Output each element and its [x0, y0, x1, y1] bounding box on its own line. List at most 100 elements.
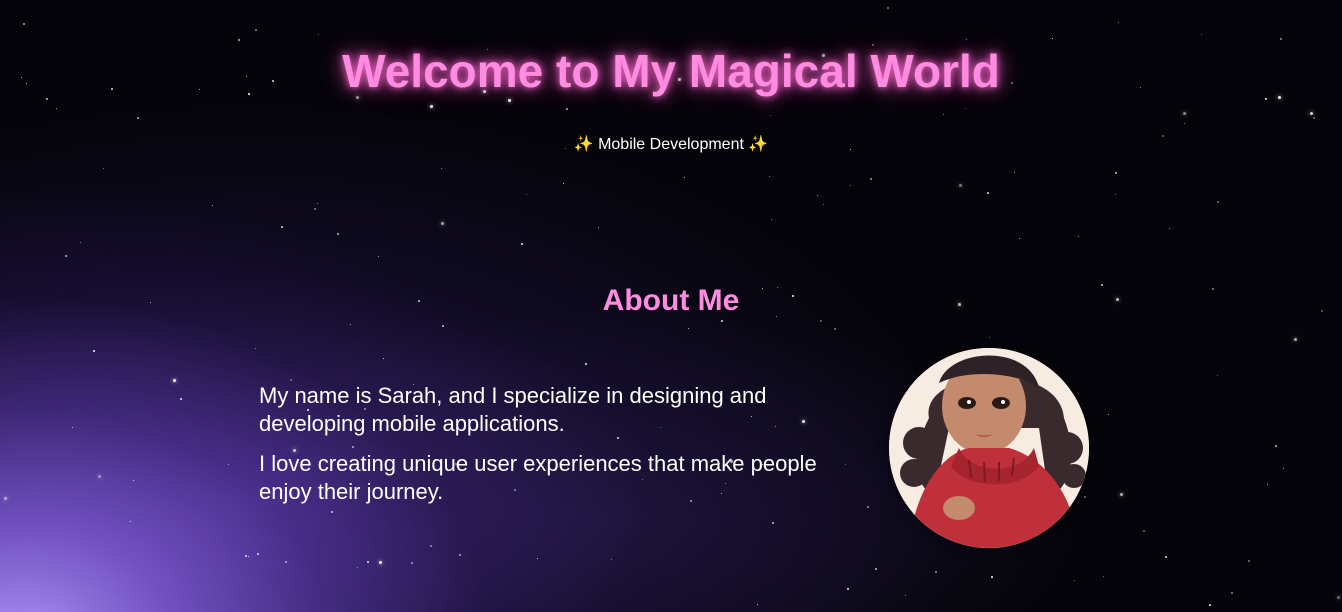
subtitle: ✨ Mobile Development ✨ — [0, 134, 1342, 154]
star — [357, 567, 358, 568]
star — [684, 177, 685, 178]
star — [965, 108, 966, 109]
star — [383, 358, 384, 359]
star — [867, 506, 869, 508]
star — [93, 350, 95, 352]
star — [959, 184, 962, 187]
star — [1108, 414, 1109, 415]
star — [80, 242, 81, 243]
star — [255, 29, 257, 31]
star — [1184, 123, 1185, 124]
star — [935, 571, 937, 573]
star — [834, 328, 836, 330]
star — [255, 348, 256, 349]
star — [1209, 604, 1211, 606]
about-paragraph: My name is Sarah, and I specialize in de… — [259, 383, 767, 436]
star — [430, 545, 432, 547]
star — [820, 320, 822, 322]
star — [1143, 530, 1145, 532]
star — [770, 115, 771, 116]
star — [1084, 496, 1086, 498]
star — [611, 559, 612, 560]
star — [317, 203, 318, 204]
star — [757, 604, 758, 605]
star — [850, 185, 851, 186]
about-text: My name is Sarah, and I specialize in de… — [259, 382, 839, 518]
star — [65, 255, 67, 257]
star — [1103, 576, 1104, 577]
star — [1052, 38, 1053, 39]
star — [1201, 34, 1202, 35]
star — [1313, 117, 1315, 119]
star — [1183, 112, 1186, 115]
star — [379, 561, 382, 564]
avatar — [889, 348, 1089, 548]
star — [318, 34, 319, 35]
star — [238, 39, 240, 41]
star — [411, 562, 413, 564]
star — [817, 195, 818, 196]
star — [1074, 580, 1075, 581]
star — [1265, 98, 1267, 100]
star — [441, 222, 444, 225]
star — [1248, 560, 1250, 562]
star — [46, 98, 48, 100]
star — [1115, 194, 1116, 195]
star — [228, 464, 229, 465]
star — [1120, 493, 1123, 496]
star — [459, 554, 461, 556]
star — [367, 561, 369, 563]
star — [1078, 236, 1079, 237]
star — [1019, 238, 1020, 239]
star — [72, 427, 73, 428]
star — [1217, 375, 1218, 376]
star — [212, 205, 213, 206]
star — [1165, 556, 1167, 558]
star — [1280, 38, 1282, 40]
star — [180, 398, 182, 400]
star — [378, 256, 379, 257]
star — [130, 521, 131, 522]
star — [845, 464, 846, 465]
star — [248, 556, 249, 557]
about-paragraph: I love creating unique user experiences … — [259, 451, 817, 504]
star — [98, 475, 101, 478]
star — [137, 117, 139, 119]
star — [772, 522, 774, 524]
star — [1217, 201, 1219, 203]
star — [103, 168, 104, 169]
star — [173, 379, 176, 382]
star — [441, 168, 442, 169]
star — [1310, 112, 1313, 115]
star — [1014, 172, 1015, 173]
star — [823, 204, 824, 205]
star — [1231, 592, 1233, 594]
star — [1275, 445, 1277, 447]
star — [1118, 22, 1119, 23]
star — [442, 325, 444, 327]
about-heading: About Me — [602, 284, 740, 317]
star — [1169, 228, 1170, 229]
star — [1294, 338, 1297, 341]
star — [887, 7, 889, 9]
star — [966, 39, 967, 40]
star — [870, 178, 872, 180]
star — [281, 226, 283, 228]
star — [285, 561, 287, 563]
star — [526, 194, 527, 195]
star — [337, 233, 339, 235]
star — [508, 99, 511, 102]
subtitle-text: Mobile Development — [598, 136, 744, 153]
star — [688, 328, 689, 329]
star — [350, 324, 351, 325]
star — [566, 108, 568, 110]
star — [245, 555, 247, 557]
star — [4, 497, 7, 500]
star — [769, 176, 770, 177]
star — [943, 114, 944, 115]
star — [847, 588, 849, 590]
star — [23, 23, 25, 25]
sparkle-icon: ✨ — [748, 136, 769, 153]
star — [56, 108, 57, 109]
star — [1283, 468, 1284, 469]
